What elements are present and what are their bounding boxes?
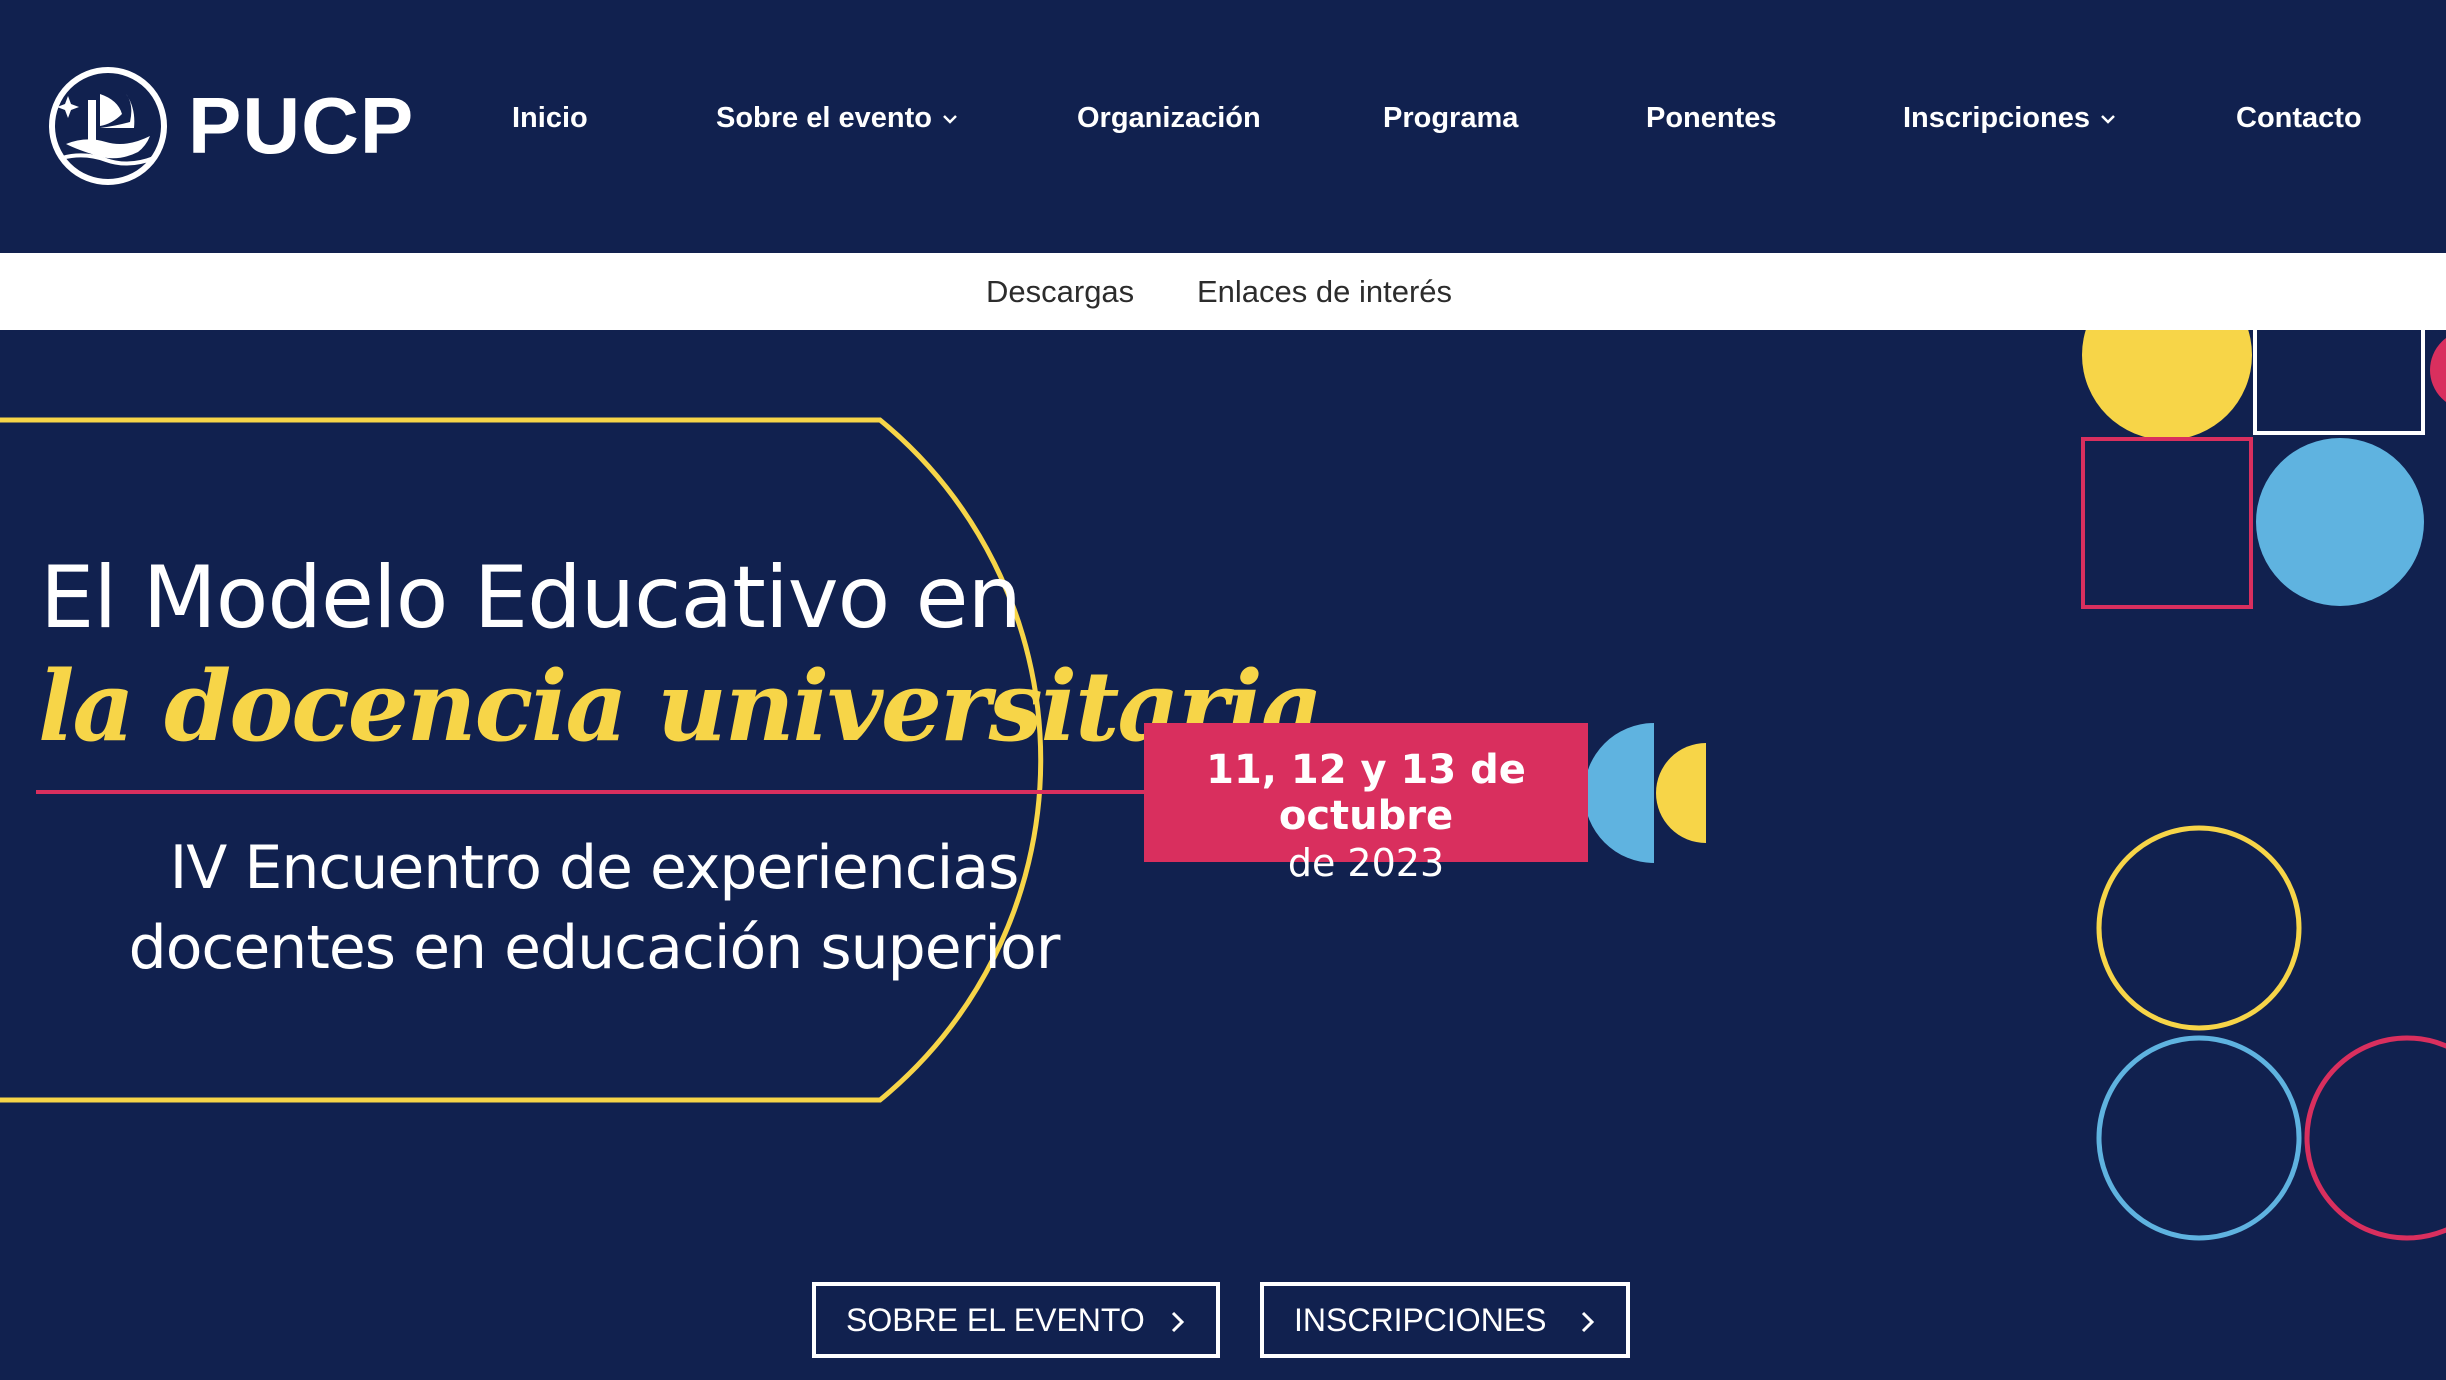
pink-square-outline (2081, 437, 2253, 609)
nav-label: Inscripciones (1903, 102, 2090, 134)
yellow-half-circle (1656, 743, 1706, 843)
pucp-logo[interactable]: PUCP (48, 64, 414, 188)
nav-inscripciones[interactable]: Inscripciones (1903, 102, 2116, 135)
event-date-year: de 2023 (1287, 841, 1445, 885)
blue-ring (2096, 1035, 2302, 1241)
white-square-outline (2253, 330, 2425, 435)
subtitle-line2: docentes en educación superior (128, 913, 1061, 983)
hero-title-line1: El Modelo Educativo en (40, 548, 1022, 648)
pink-dot-edge (2430, 338, 2446, 402)
chevron-down-icon (943, 114, 957, 124)
logo-wordmark: PUCP (188, 81, 415, 170)
hero-title-line2: la docencia universitaria (38, 650, 1323, 763)
submenu-bar: Descargas Enlaces de interés (0, 253, 2446, 330)
subtitle-line1: IV Encuentro de experiencias (169, 833, 1020, 903)
yellow-dot (2082, 330, 2252, 440)
nav-label: Inicio (512, 102, 588, 134)
ship-seal-icon (49, 67, 167, 185)
nav-contacto[interactable]: Contacto (2236, 102, 2362, 135)
nav-label: Contacto (2236, 102, 2362, 134)
nav-programa[interactable]: Programa (1383, 102, 1518, 135)
blue-dot (2256, 438, 2424, 606)
blue-half-circle (1584, 723, 1654, 863)
about-event-button[interactable]: SOBRE EL EVENTO (812, 1282, 1220, 1358)
yellow-ring (2096, 825, 2302, 1031)
event-date-days: 11, 12 y 13 de octubre (1206, 747, 1526, 839)
nav-label: Organización (1077, 102, 1261, 134)
event-date-badge: 11, 12 y 13 de octubre de 2023 (1144, 723, 1588, 885)
register-button[interactable]: INSCRIPCIONES (1260, 1282, 1630, 1358)
hero-subtitle: IV Encuentro de experiencias docentes en… (94, 828, 1094, 988)
chevron-right-icon (1581, 1311, 1595, 1333)
chevron-down-icon (2101, 114, 2115, 124)
nav-organizacion[interactable]: Organización (1077, 102, 1261, 135)
nav-label: Programa (1383, 102, 1519, 134)
submenu-descargas[interactable]: Descargas (986, 274, 1134, 310)
site-header: PUCP Inicio Sobre el evento Organización… (0, 0, 2446, 253)
button-label: SOBRE EL EVENTO (846, 1301, 1145, 1338)
nav-sobre-el-evento[interactable]: Sobre el evento (716, 102, 958, 135)
hero-banner: El Modelo Educativo en la docencia unive… (0, 330, 2446, 1380)
button-label: INSCRIPCIONES (1294, 1301, 1547, 1338)
submenu-enlaces-de-interes[interactable]: Enlaces de interés (1197, 274, 1452, 310)
nav-label: Sobre el evento (716, 102, 932, 134)
nav-inicio[interactable]: Inicio (512, 102, 588, 135)
nav-label: Ponentes (1646, 102, 1777, 134)
pink-ring (2304, 1035, 2446, 1241)
chevron-right-icon (1171, 1311, 1185, 1333)
nav-ponentes[interactable]: Ponentes (1646, 102, 1777, 135)
